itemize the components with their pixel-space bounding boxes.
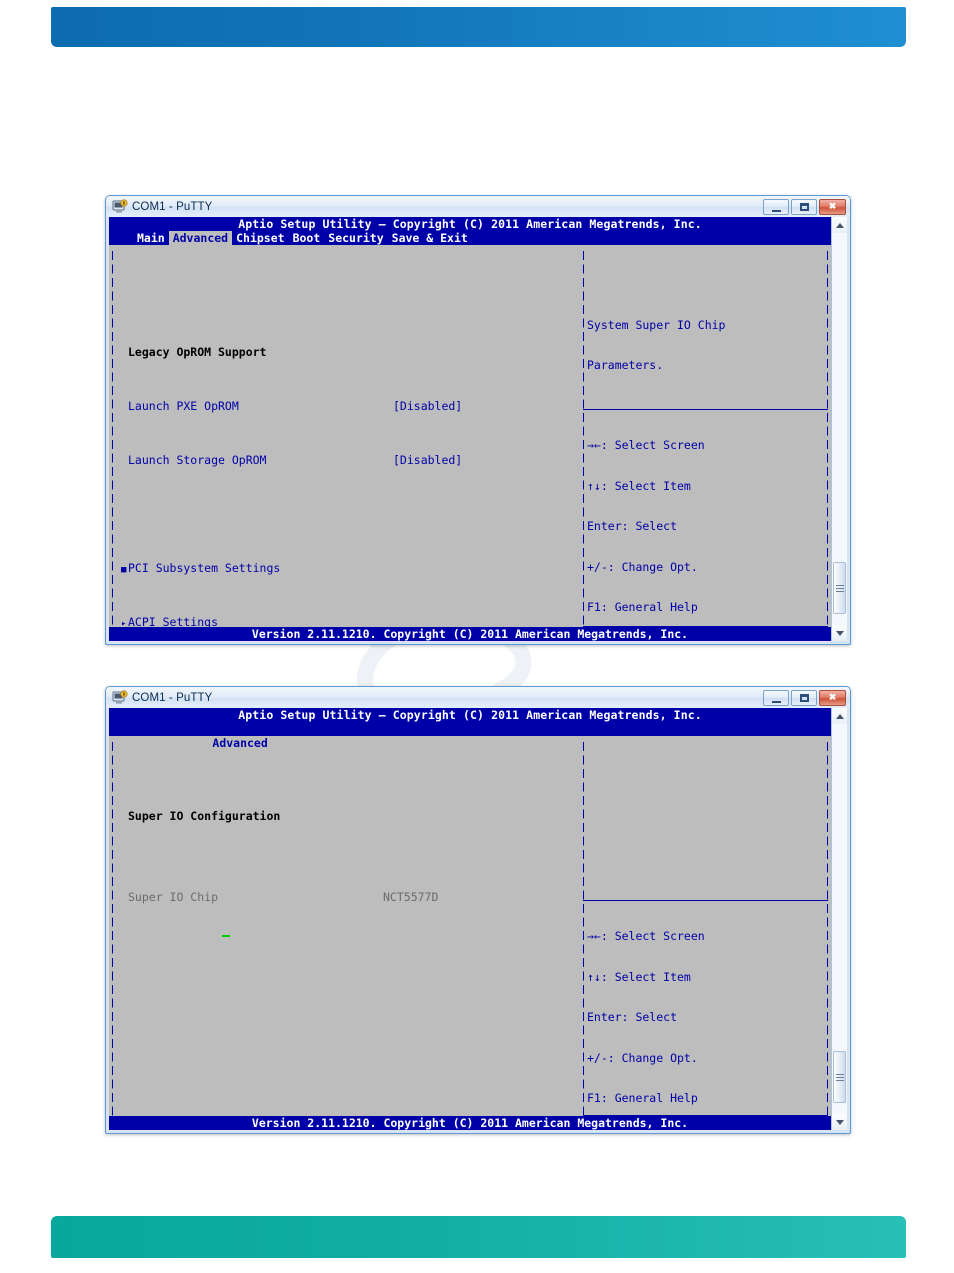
window2-bios-header: Aptio Setup Utility – Copyright (C) 2011… (109, 708, 831, 722)
window2-settings-list: Super IO Configuration Super IO Chip NCT5… (109, 742, 583, 931)
terminal-cursor (222, 935, 230, 937)
scroll-up-button[interactable] (832, 217, 847, 233)
window1-help-pane: System Super IO Chip Parameters. →←: Sel… (583, 251, 831, 641)
window1-scrollbar[interactable] (831, 217, 847, 641)
scrollbar-thumb[interactable] (833, 1051, 846, 1103)
menu-item-save-exit[interactable]: Save & Exit (388, 231, 472, 245)
window1-body: Legacy OpROM Support Launch PXE OpROM [Di… (109, 245, 831, 641)
key-hint: Enter: Select (587, 519, 678, 533)
minimize-button[interactable] (763, 689, 789, 706)
window1-client-area: Aptio Setup Utility – Copyright (C) 2011… (109, 217, 847, 641)
help-line: Parameters. (587, 358, 664, 372)
window1-settings-list: Legacy OpROM Support Launch PXE OpROM [Di… (109, 251, 583, 641)
putty-app-icon (112, 198, 128, 215)
minimize-button[interactable] (763, 198, 789, 215)
window1-titlebar[interactable]: COM1 - PuTTY ✖ (106, 196, 850, 217)
list-item-super-io-chip: Super IO Chip NCT5577D (128, 889, 439, 904)
value-launch-storage-oprom: [Disabled] (393, 452, 463, 467)
key-hint: →←: Select Screen (587, 929, 705, 943)
maximize-button[interactable] (791, 198, 817, 215)
key-hint: F1: General Help (587, 600, 698, 614)
key-hint: ↑↓: Select Item (587, 478, 691, 493)
putty-window-advanced[interactable]: COM1 - PuTTY ✖ Aptio Setup Utility – Cop… (105, 195, 851, 645)
window1-key-legend: →←: Select Screen ↑↓: Select Item Enter:… (583, 412, 831, 641)
list-item: Legacy OpROM Support (128, 344, 267, 359)
scroll-up-button[interactable] (832, 708, 847, 724)
window2-controls[interactable]: ✖ (763, 689, 848, 706)
grip-icon (835, 584, 844, 592)
window2-client-area: Aptio Setup Utility – Copyright (C) 2011… (109, 708, 847, 1130)
key-hint: →←: Select Screen (587, 438, 705, 452)
list-item[interactable]: Launch Storage OpROM [Disabled] (121, 452, 583, 468)
close-button[interactable]: ✖ (819, 689, 846, 706)
window2-footer: Version 2.11.1210. Copyright (C) 2011 Am… (109, 1116, 831, 1130)
window1-title: COM1 - PuTTY (132, 200, 213, 213)
window2-titlebar[interactable]: COM1 - PuTTY ✖ (106, 687, 850, 708)
window1-controls[interactable]: ✖ (763, 198, 848, 215)
caret-down-icon (835, 1119, 844, 1125)
scrollbar-thumb[interactable] (833, 562, 846, 614)
menu-item-security[interactable]: Security (324, 231, 387, 245)
putty-window-super-io[interactable]: COM1 - PuTTY ✖ Aptio Setup Utility – Cop… (105, 686, 851, 1134)
list-item-pci-subsystem-settings[interactable]: PCI Subsystem Settings (121, 561, 583, 578)
menu-item-main[interactable]: Main (133, 231, 169, 245)
window1-footer: Version 2.11.1210. Copyright (C) 2011 Am… (109, 627, 831, 641)
menu-item-advanced[interactable]: Advanced (168, 231, 233, 245)
caret-up-icon (835, 713, 844, 719)
window2-title: COM1 - PuTTY (132, 691, 213, 704)
window2-scrollbar[interactable] (831, 708, 847, 1130)
section-title-super-io-configuration: Super IO Configuration (128, 808, 281, 823)
window2-body: Super IO Configuration Super IO Chip NCT5… (109, 736, 831, 1116)
window1-menubar[interactable]: Main Advanced Chipset Boot Security Save… (109, 231, 831, 245)
page-header-banner (51, 7, 906, 47)
scroll-down-button[interactable] (832, 625, 847, 641)
list-item[interactable]: Launch PXE OpROM [Disabled] (121, 398, 583, 414)
window2-settings-pane: Super IO Configuration Super IO Chip NCT5… (109, 742, 583, 1116)
maximize-button[interactable] (791, 689, 817, 706)
key-hint: +/-: Change Opt. (587, 559, 698, 574)
scroll-down-button[interactable] (832, 1114, 847, 1130)
help-separator (583, 900, 828, 901)
key-hint: ↑↓: Select Item (587, 969, 691, 984)
menu-item-boot[interactable]: Boot (289, 231, 325, 245)
value-super-io-chip: NCT5577D (383, 889, 439, 904)
key-hint: +/-: Change Opt. (587, 1050, 698, 1065)
window1-terminal[interactable]: Aptio Setup Utility – Copyright (C) 2011… (109, 217, 831, 641)
close-button[interactable]: ✖ (819, 198, 846, 215)
value-launch-pxe-oprom: [Disabled] (393, 398, 463, 413)
help-separator (583, 409, 828, 410)
caret-down-icon (835, 630, 844, 636)
page-footer-banner (51, 1216, 906, 1258)
help-line: System Super IO Chip (587, 317, 726, 332)
window2-key-legend: →←: Select Screen ↑↓: Select Item Enter:… (583, 903, 831, 1130)
window2-menubar[interactable]: Advanced (109, 722, 831, 750)
window2-terminal[interactable]: Aptio Setup Utility – Copyright (C) 2011… (109, 708, 831, 1130)
key-hint: F1: General Help (587, 1091, 698, 1105)
grip-icon (835, 1073, 844, 1081)
window2-help-pane: →←: Select Screen ↑↓: Select Item Enter:… (583, 742, 831, 1116)
key-hint: Enter: Select (587, 1010, 678, 1024)
submenu-marker-icon (121, 562, 128, 578)
window1-bios-header: Aptio Setup Utility – Copyright (C) 2011… (109, 217, 831, 231)
window1-settings-pane: Legacy OpROM Support Launch PXE OpROM [Di… (109, 251, 583, 628)
window1-help-text: System Super IO Chip Parameters. (583, 251, 831, 400)
putty-app-icon (112, 689, 128, 706)
caret-up-icon (835, 222, 844, 228)
menu-item-chipset[interactable]: Chipset (232, 231, 288, 245)
